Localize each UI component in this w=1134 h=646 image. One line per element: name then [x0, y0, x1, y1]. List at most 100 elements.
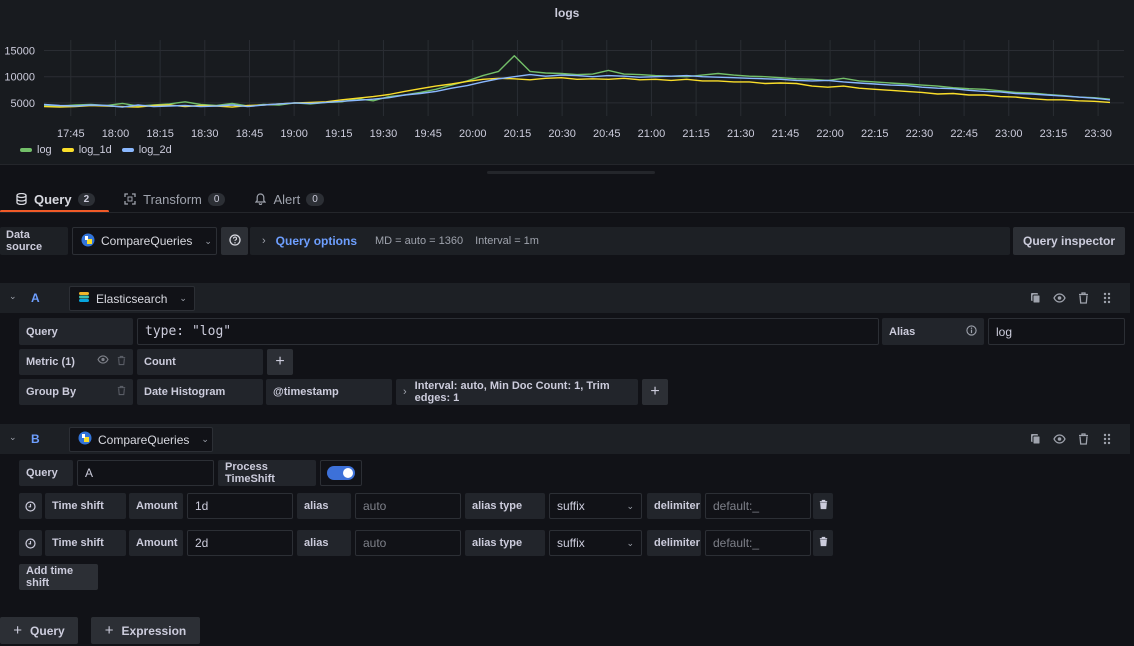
query-options-toggle[interactable]: › Query options MD = auto = 1360 Interva…	[250, 227, 1010, 255]
trash-icon[interactable]	[1076, 291, 1090, 305]
time-shift-label: Time shift	[45, 530, 126, 556]
eye-icon[interactable]	[1052, 432, 1066, 446]
datasource-help-button[interactable]	[221, 227, 248, 255]
query-inspector-button[interactable]: Query inspector	[1013, 227, 1125, 255]
eye-icon[interactable]	[1052, 291, 1066, 305]
panel-resize-handle[interactable]	[487, 171, 655, 174]
add-groupby-button[interactable]: +	[642, 379, 668, 405]
collapse-chevron-icon[interactable]: ⌄	[9, 432, 17, 443]
datasource-name: CompareQueries	[101, 234, 193, 248]
alias-input[interactable]: auto	[355, 493, 461, 519]
collapse-chevron-icon[interactable]: ⌄	[9, 291, 17, 302]
x-tick-label: 23:30	[1084, 128, 1112, 140]
process-timeshift-label: Process TimeShift	[218, 460, 316, 486]
legend-item-log-2d[interactable]: log_2d	[121, 144, 172, 156]
add-metric-button[interactable]: +	[267, 349, 293, 375]
x-tick-label: 22:30	[906, 128, 934, 140]
query-a-query-label: Query	[19, 318, 133, 345]
process-timeshift-switch-container	[320, 460, 362, 486]
legend-item-log-1d[interactable]: log_1d	[61, 144, 112, 156]
delimiter-input[interactable]: default:_	[705, 530, 811, 556]
x-tick-label: 21:30	[727, 128, 755, 140]
duplicate-icon[interactable]	[1028, 432, 1042, 446]
tab-label: Transform	[143, 191, 202, 207]
plus-icon: +	[104, 622, 114, 639]
trash-icon[interactable]	[117, 355, 126, 369]
query-a-datasource-picker[interactable]: Elasticsearch ⌄	[69, 286, 195, 311]
delimiter-label: delimiter	[647, 530, 701, 556]
alias-label-text: Alias	[889, 325, 916, 338]
legend-item-log[interactable]: log	[20, 144, 52, 156]
drag-handle-icon[interactable]	[1100, 291, 1114, 305]
trash-icon[interactable]	[1076, 432, 1090, 446]
datasource-picker[interactable]: CompareQueries ⌄	[72, 227, 217, 255]
x-tick-label: 18:45	[236, 128, 264, 140]
add-query-button[interactable]: + Query	[0, 617, 78, 644]
info-circle-icon[interactable]	[966, 324, 977, 339]
transform-icon	[123, 192, 137, 206]
x-tick-label: 20:00	[459, 128, 487, 140]
y-tick-label: 10000	[4, 72, 35, 84]
query-b-ref-input[interactable]: A	[77, 460, 214, 486]
tab-count-badge: 2	[77, 192, 96, 206]
query-row-header-a: ⌄ A Elasticsearch ⌄	[0, 283, 1130, 313]
drag-handle-icon[interactable]	[1100, 432, 1114, 446]
panel-title: logs	[554, 6, 580, 20]
add-time-shift-button[interactable]: Add time shift	[19, 564, 98, 590]
max-datapoints-info: MD = auto = 1360	[375, 235, 464, 247]
alias-type-label: alias type	[465, 530, 545, 556]
legend-swatch	[20, 148, 32, 152]
tab-label: Alert	[273, 191, 301, 207]
alias-label: alias	[297, 493, 351, 519]
groupby-settings-toggle[interactable]: › Interval: auto, Min Doc Count: 1, Trim…	[396, 379, 638, 405]
x-tick-label: 23:00	[995, 128, 1023, 140]
query-ref-id[interactable]: A	[31, 291, 40, 305]
time-shift-label: Time shift	[45, 493, 126, 519]
query-ref-id[interactable]: B	[31, 432, 40, 446]
tab-transform[interactable]: Transform 0	[109, 186, 239, 212]
plus-icon: +	[650, 383, 660, 400]
add-expression-label: Expression	[121, 623, 187, 638]
query-options-title: Query options	[275, 234, 358, 248]
alias-input[interactable]: auto	[355, 530, 461, 556]
trash-icon[interactable]	[117, 385, 126, 399]
tab-query[interactable]: Query 2	[0, 186, 110, 213]
datasource-name: CompareQueries	[98, 432, 190, 447]
query-b-datasource-picker[interactable]: CompareQueries ⌄	[69, 427, 213, 452]
alias-type-select[interactable]: suffix ⌄	[549, 530, 642, 556]
bell-icon	[253, 192, 267, 206]
legend-label: log	[37, 144, 52, 156]
query-a-alias-input[interactable]: log	[988, 318, 1125, 345]
query-b-query-label: Query	[19, 460, 73, 486]
amount-input[interactable]: 1d	[187, 493, 293, 519]
metric-label-text: Metric (1)	[26, 356, 75, 368]
x-tick-label: 22:00	[816, 128, 844, 140]
legend-swatch	[121, 148, 134, 152]
x-tick-label: 21:45	[772, 128, 800, 140]
process-timeshift-toggle[interactable]	[327, 466, 355, 480]
x-tick-label: 18:00	[102, 128, 130, 140]
amount-input[interactable]: 2d	[187, 530, 293, 556]
eye-icon[interactable]	[97, 355, 109, 369]
metric-type-select[interactable]: Count	[137, 349, 263, 375]
tab-alert[interactable]: Alert 0	[239, 186, 337, 212]
graph-panel: logs 5000 10000 15000 17:45 18:00 18:15 18:30 1…	[0, 0, 1134, 165]
x-tick-label: 17:45	[57, 128, 85, 140]
datasource-label: Data source	[0, 227, 68, 255]
delimiter-input[interactable]: default:_	[705, 493, 811, 519]
groupby-label-text: Group By	[26, 386, 77, 398]
remove-time-shift-button[interactable]	[813, 530, 833, 556]
x-tick-label: 19:15	[325, 128, 353, 140]
groupby-type-select[interactable]: Date Histogram	[137, 379, 263, 405]
remove-time-shift-button[interactable]	[813, 493, 833, 519]
duplicate-icon[interactable]	[1028, 291, 1042, 305]
groupby-field-select[interactable]: @timestamp	[266, 379, 392, 405]
tab-divider	[0, 212, 1134, 213]
query-a-lucene-input[interactable]: type: "log"	[137, 318, 879, 345]
alias-type-select[interactable]: suffix ⌄	[549, 493, 642, 519]
add-expression-button[interactable]: + Expression	[91, 617, 200, 644]
metric-label: Metric (1)	[19, 349, 133, 375]
time-series-chart: 5000 10000 15000 17:45 18:00 18:15 18:30 18:45 1…	[4, 40, 1124, 140]
x-tick-label: 21:00	[638, 128, 666, 140]
add-query-label: Query	[30, 623, 65, 638]
